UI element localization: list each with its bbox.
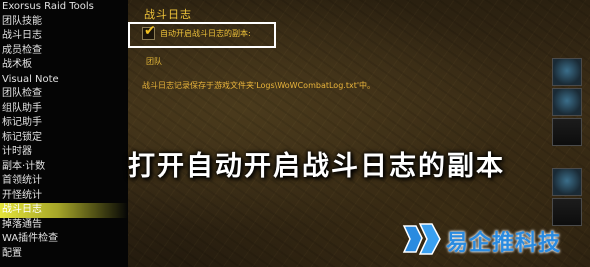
sidebar-item-visual-note[interactable]: Visual Note [0, 73, 128, 88]
sidebar-item-tactics-board[interactable]: 战术板 [0, 58, 128, 73]
empty-slot-icon[interactable] [552, 198, 582, 226]
sidebar-item-raid-check[interactable]: 团队检查 [0, 87, 128, 102]
logo-mark-icon [402, 223, 441, 255]
sidebar-item-member-check[interactable]: 成员检查 [0, 44, 128, 59]
sidebar-item-combat-log[interactable]: 战斗日志 [0, 29, 128, 44]
panel-title: 战斗日志 [144, 8, 192, 21]
checkmark-icon: ✔ [144, 23, 156, 39]
sidebar-item-combat-log-active[interactable]: 战斗日志 [0, 203, 128, 218]
raid-option-label[interactable]: 团队 [146, 56, 162, 67]
sidebar-item-settings[interactable]: 配置 [0, 247, 128, 262]
ability-slot-icon[interactable] [552, 58, 582, 86]
game-addon-window: Exorsus Raid Tools 团队技能 战斗日志 成员检查 战术板 Vi… [0, 0, 590, 267]
ability-slot-icon[interactable] [552, 168, 582, 196]
sidebar-item-instance-count[interactable]: 副本·计数 [0, 160, 128, 175]
sidebar-item-boss-stats[interactable]: 首领统计 [0, 174, 128, 189]
sidebar-item-wa-check[interactable]: WA插件检查 [0, 232, 128, 247]
sidebar: Exorsus Raid Tools 团队技能 战斗日志 成员检查 战术板 Vi… [0, 0, 129, 267]
log-path-info: 战斗日志记录保存于游戏文件夹'Logs\WoWCombatLog.txt'中。 [142, 81, 376, 90]
auto-combat-log-label: 自动开启战斗日志的副本: [160, 29, 251, 38]
sidebar-item-pull-stats[interactable]: 开怪统计 [0, 189, 128, 204]
ability-slot-icon[interactable] [552, 88, 582, 116]
overlay-caption: 打开自动开启战斗日志的副本 [128, 151, 505, 182]
sidebar-item-loot-announce[interactable]: 掉落通告 [0, 218, 128, 233]
sidebar-item-group-helper[interactable]: 组队助手 [0, 102, 128, 117]
watermark-text: 易企推科技 [446, 231, 562, 256]
sidebar-item-marker-helper[interactable]: 标记助手 [0, 116, 128, 131]
sidebar-item-title[interactable]: Exorsus Raid Tools [0, 0, 128, 15]
auto-combat-log-checkbox[interactable]: ✔ [142, 23, 156, 40]
sidebar-item-timer[interactable]: 计时器 [0, 145, 128, 160]
empty-slot-icon[interactable] [552, 118, 582, 146]
sidebar-item-raid-cooldowns[interactable]: 团队技能 [0, 15, 128, 30]
sidebar-item-marker-lock[interactable]: 标记锁定 [0, 131, 128, 146]
